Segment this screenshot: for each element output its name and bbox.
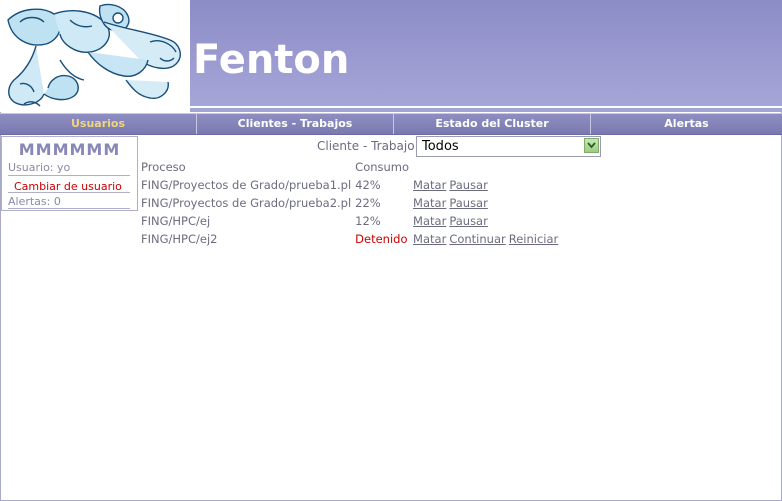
client-job-select[interactable]: Todos: [416, 136, 601, 157]
table-row: FING/HPC/ej 12% Matar Pausar: [139, 212, 563, 230]
column-header-consumo: Consumo: [355, 160, 410, 174]
app-title: Fenton: [193, 37, 350, 83]
dropdown-button[interactable]: [584, 138, 599, 153]
kill-link[interactable]: Matar: [413, 178, 446, 192]
process-path: FING/HPC/ej: [141, 214, 211, 228]
divider: [8, 175, 130, 176]
banner-bottom-strip: [190, 108, 782, 112]
consumption-value: 42%: [355, 178, 381, 192]
process-table: Proceso Consumo FING/Proyectos de Grado/…: [139, 158, 563, 248]
user-display-name: MMMMMM: [18, 140, 121, 159]
robot-logo-icon: [7, 3, 181, 107]
logo: [0, 0, 190, 112]
process-path: FING/Proyectos de Grado/prueba1.pl: [141, 178, 352, 192]
column-header-actions: [411, 158, 563, 176]
kill-link[interactable]: Matar: [413, 196, 446, 210]
restart-link[interactable]: Reiniciar: [509, 232, 559, 246]
divider: [8, 208, 130, 209]
consumption-value: 22%: [355, 196, 381, 210]
nav-tab-alertas[interactable]: Alertas: [591, 114, 782, 134]
row-actions: Matar Continuar Reiniciar: [411, 230, 563, 248]
consumption-value: 12%: [355, 214, 381, 228]
user-panel: MMMMMM Usuario: yo Cambiar de usuario Al…: [1, 136, 138, 211]
divider: [8, 192, 130, 193]
table-row: FING/Proyectos de Grado/prueba1.pl 42% M…: [139, 176, 563, 194]
kill-link[interactable]: Matar: [413, 232, 446, 246]
chevron-down-icon: [587, 142, 596, 149]
row-actions: Matar Pausar: [411, 194, 563, 212]
row-actions: Matar Pausar: [411, 176, 563, 194]
row-actions: Matar Pausar: [411, 212, 563, 230]
pause-link[interactable]: Pausar: [449, 178, 488, 192]
header: Fenton: [0, 0, 782, 112]
nav-tab-usuarios[interactable]: Usuarios: [0, 114, 197, 134]
main-nav: Usuarios Clientes - Trabajos Estado del …: [0, 113, 782, 135]
continue-link[interactable]: Continuar: [449, 232, 505, 246]
nav-tab-estado-cluster[interactable]: Estado del Cluster: [394, 114, 591, 134]
table-row: FING/Proyectos de Grado/prueba2.pl 22% M…: [139, 194, 563, 212]
status-stopped: Detenido: [355, 232, 408, 246]
select-value: Todos: [422, 139, 459, 154]
kill-link[interactable]: Matar: [413, 214, 446, 228]
client-job-filter-label: Cliente - Trabajo:: [317, 139, 419, 153]
user-label: Usuario: yo: [8, 161, 71, 174]
alerts-count: Alertas: 0: [8, 195, 61, 208]
table-header-row: Proceso Consumo: [139, 158, 563, 176]
column-header-proceso: Proceso: [141, 160, 186, 174]
process-path: FING/Proyectos de Grado/prueba2.pl: [141, 196, 352, 210]
process-path: FING/HPC/ej2: [141, 232, 218, 246]
table-row: FING/HPC/ej2 Detenido Matar Continuar Rein…: [139, 230, 563, 248]
pause-link[interactable]: Pausar: [449, 214, 488, 228]
pause-link[interactable]: Pausar: [449, 196, 488, 210]
nav-tab-clientes-trabajos[interactable]: Clientes - Trabajos: [197, 114, 394, 134]
